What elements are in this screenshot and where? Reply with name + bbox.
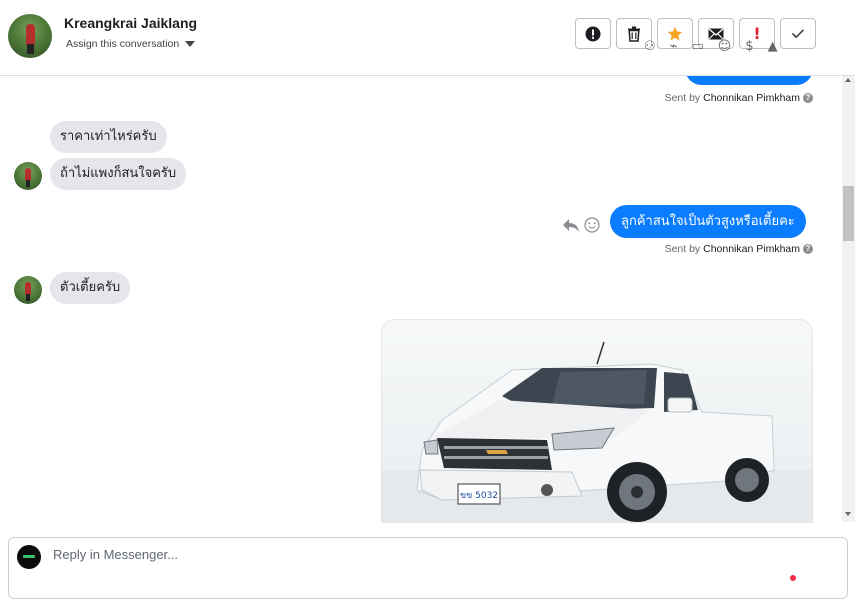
pickup-truck-photo: ขข 5032 <box>382 320 812 522</box>
assign-conversation-dropdown-overlay[interactable]: Assign this conversation <box>66 38 196 50</box>
incoming-message-bubble[interactable]: ถ้าไม่แพงก็สนใจครับ <box>50 158 187 190</box>
reply-composer <box>8 537 848 599</box>
contact-avatar-small[interactable] <box>14 162 42 190</box>
like-icon[interactable]: ▲ <box>768 40 778 53</box>
incoming-message-bubble[interactable]: ตัวเตี้ยครับ <box>50 272 131 304</box>
scrollbar-track[interactable] <box>842 76 855 522</box>
scrollbar-thumb[interactable] <box>843 186 854 241</box>
page-avatar <box>17 545 41 569</box>
reply-input[interactable] <box>53 547 653 562</box>
reply-icon[interactable] <box>562 217 580 233</box>
sent-by-label: Sent by Chonnikan Pimkham? <box>665 243 813 255</box>
sent-by-prefix: Sent by <box>664 243 701 255</box>
image-attachment[interactable]: ขข 5032 <box>381 319 813 523</box>
contact-avatar-overlay[interactable] <box>8 14 52 58</box>
incoming-message-bubble[interactable]: ราคาเท่าไหร่ครับ <box>50 121 167 153</box>
outgoing-message-bubble[interactable]: ลูกค้าสนใจเป็นตัวสูงหรือเตี้ยคะ <box>610 205 806 238</box>
check-icon <box>791 29 805 39</box>
emoji-icon[interactable] <box>584 217 600 233</box>
notification-dot <box>790 575 796 581</box>
alert-circle-icon <box>585 26 601 41</box>
money-icon[interactable]: $ <box>745 40 753 53</box>
sender-name[interactable]: Chonnikan Pimkham <box>703 243 800 255</box>
composer-toolbar: ⚇ ⌁ ▭ ☺ $ ▲ <box>644 40 778 53</box>
help-icon[interactable]: ? <box>803 93 813 104</box>
contact-avatar-small[interactable] <box>14 276 42 304</box>
license-plate-text: ขข 5032 <box>460 491 498 501</box>
sent-by-label: Sent by Chonnikan Pimkham? <box>665 92 813 104</box>
scroll-up-arrow-icon[interactable] <box>845 78 851 82</box>
contact-name-overlay[interactable]: Kreangkrai Jaiklang <box>64 15 197 31</box>
caret-down-icon <box>185 41 196 48</box>
sender-name[interactable]: Chonnikan Pimkham <box>703 92 800 104</box>
saved-reply-icon[interactable]: ▭ <box>691 40 703 53</box>
attachment-icon[interactable]: ⌁ <box>670 40 678 53</box>
help-icon[interactable]: ? <box>803 244 813 255</box>
emoji-icon[interactable]: ☺ <box>718 40 732 53</box>
message-actions <box>562 217 600 233</box>
trash-icon <box>628 26 640 42</box>
mark-done-button[interactable] <box>780 18 816 49</box>
mark-spam-button[interactable] <box>575 18 611 49</box>
envelope-icon <box>708 27 724 39</box>
sent-by-prefix: Sent by <box>664 92 701 104</box>
add-person-icon[interactable]: ⚇ <box>644 40 656 53</box>
scroll-down-arrow-icon[interactable] <box>845 512 851 516</box>
assign-label: Assign this conversation <box>66 38 180 50</box>
